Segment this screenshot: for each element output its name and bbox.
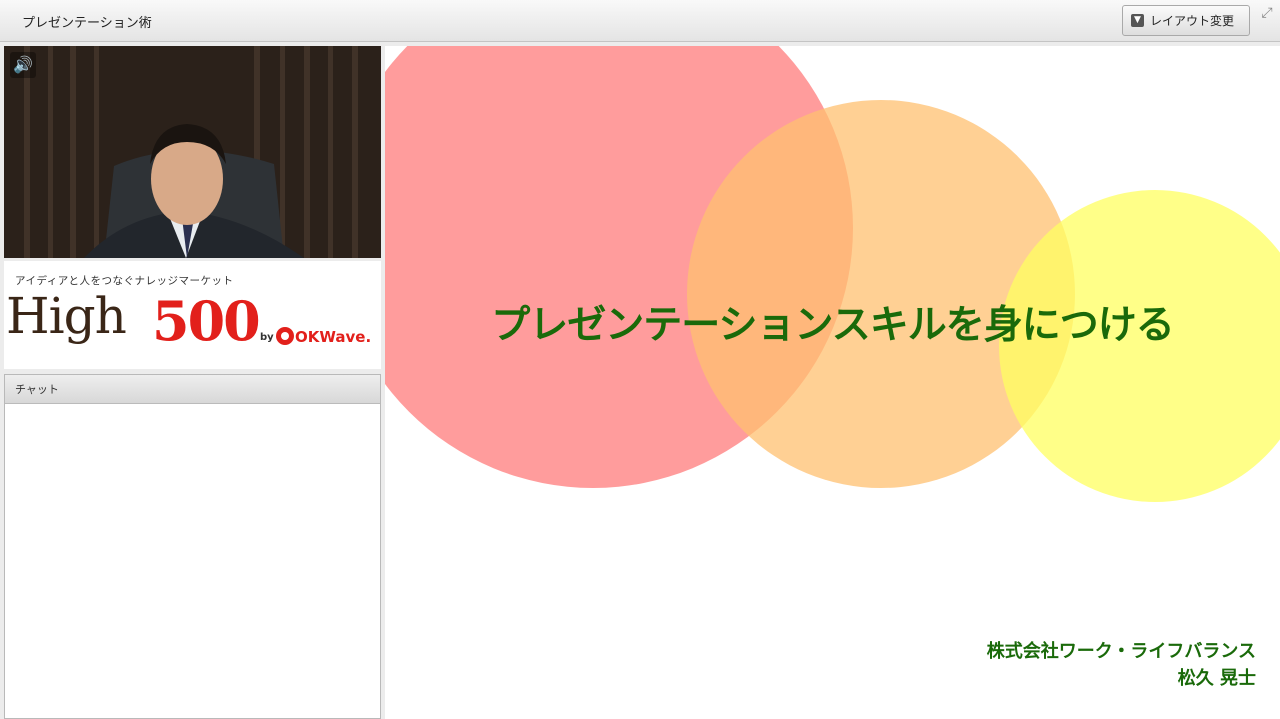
expand-icon[interactable]: ⤢ xyxy=(1256,2,1278,24)
presentation-viewer: プレゼンテーション術 ▼ レイアウト変更 ⤢ 🔊 アイディアと人をつなぐナレッジ… xyxy=(0,0,1280,719)
slide-presenter: 松久 晃士 xyxy=(1177,668,1256,689)
slide-canvas: プレゼンテーションスキルを身につける 株式会社ワーク・ライフバランス 松久 晃士 xyxy=(385,46,1280,719)
chat-header: チャット xyxy=(5,375,380,404)
layout-change-button[interactable]: ▼ レイアウト変更 xyxy=(1122,5,1250,36)
slide-footer: 株式会社ワーク・ライフバランス 松久 晃士 xyxy=(987,638,1256,692)
window-title: プレゼンテーション術 xyxy=(22,16,152,31)
banner-tagline: アイディアと人をつなぐナレッジマーケット xyxy=(15,275,234,287)
video-player[interactable]: 🔊 xyxy=(4,46,381,258)
banner-by-text: by xyxy=(260,332,274,343)
title-bar: プレゼンテーション術 ▼ レイアウト変更 ⤢ xyxy=(0,0,1280,42)
slide-company: 株式会社ワーク・ライフバランス xyxy=(986,641,1256,662)
speaker-icon[interactable]: 🔊 xyxy=(10,52,36,78)
banner-high-text: High xyxy=(6,287,127,345)
chat-messages[interactable] xyxy=(5,404,380,718)
chat-panel: チャット xyxy=(4,374,381,719)
banner-okwave-text: OKWave. xyxy=(295,328,372,346)
slide-title: プレゼンテーションスキルを身につける xyxy=(491,303,1174,348)
chevron-down-icon: ▼ xyxy=(1131,14,1144,27)
slide-decoration xyxy=(385,46,1280,502)
okwave-logo-icon xyxy=(276,327,294,345)
banner-500-text: 500 xyxy=(152,289,261,353)
sponsor-banner[interactable]: アイディアと人をつなぐナレッジマーケット High 500 by OKWave. xyxy=(4,261,381,369)
presenter-video xyxy=(4,46,381,258)
layout-change-label: レイアウト変更 xyxy=(1150,14,1235,28)
